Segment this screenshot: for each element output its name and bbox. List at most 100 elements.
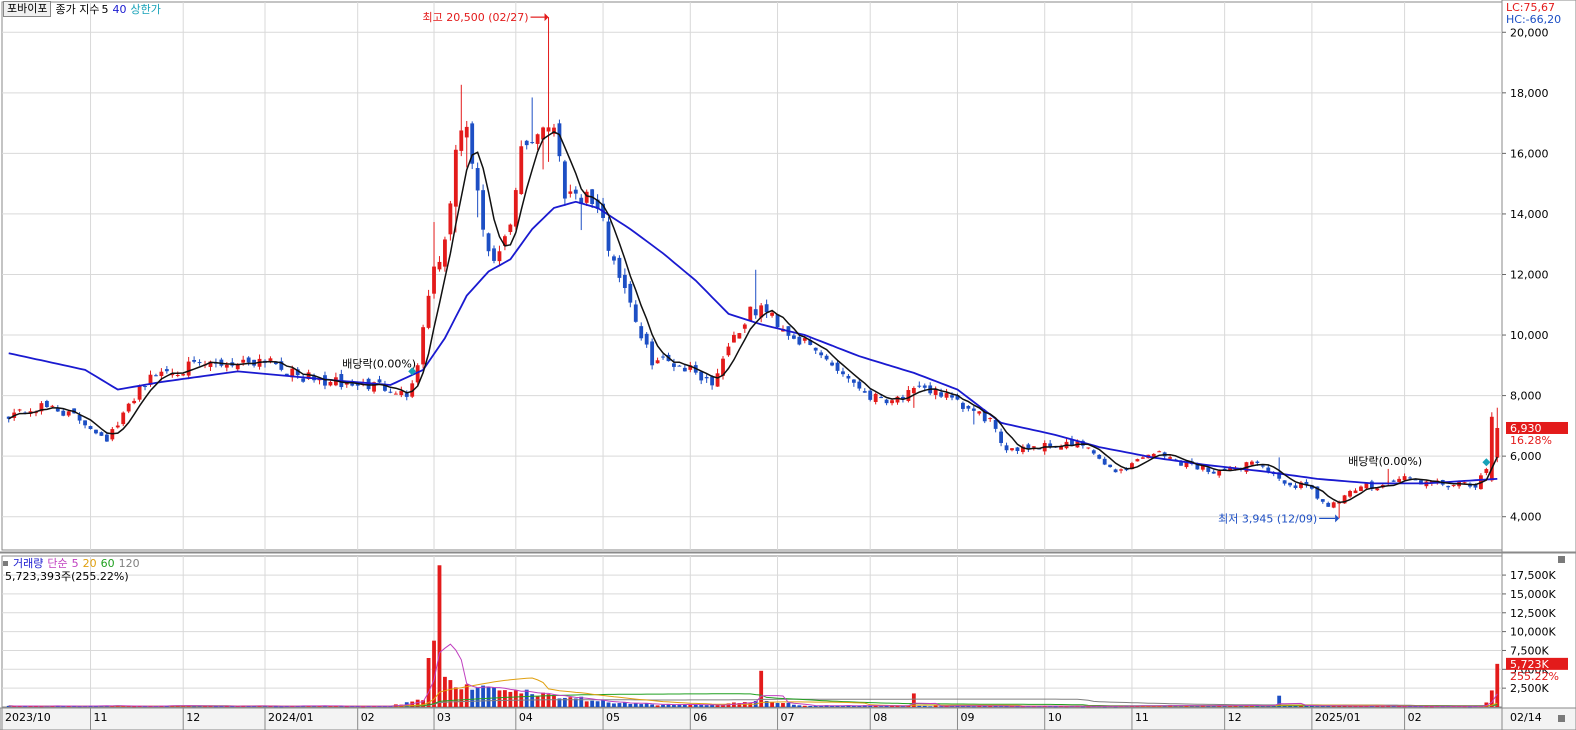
candle-body xyxy=(1168,457,1173,459)
volume-bar xyxy=(628,703,633,707)
hc-readout: HC:-66,20 xyxy=(1506,13,1561,26)
candle-body xyxy=(530,142,535,144)
candle-body xyxy=(1102,458,1107,465)
candle-body xyxy=(993,419,998,429)
x-tick-label-12: 10 xyxy=(1048,711,1062,724)
candle-body xyxy=(1004,445,1009,451)
price-badge-change: 16.28% xyxy=(1510,434,1552,447)
candle-body xyxy=(1260,465,1265,467)
candle-body xyxy=(1015,447,1020,452)
candle-body xyxy=(1408,477,1412,479)
candle-body xyxy=(197,362,202,364)
x-tick-label-13: 11 xyxy=(1135,711,1149,724)
x-tick-label-6: 04 xyxy=(519,711,533,724)
candle-body xyxy=(835,362,840,371)
volume-bar xyxy=(775,703,780,707)
candle-body xyxy=(971,408,976,411)
candle-body xyxy=(884,399,889,404)
volume-bar xyxy=(584,701,589,707)
high-annotation: 최고 20,500 (02/27) xyxy=(423,11,529,24)
volume-bar xyxy=(928,706,933,708)
candle-body xyxy=(830,362,834,366)
candle-body xyxy=(1462,482,1467,484)
volume-bar xyxy=(797,705,802,707)
candle-body xyxy=(535,134,540,144)
candle-body xyxy=(437,261,442,270)
price-y-label-4: 12,000 xyxy=(1510,268,1549,281)
ma-short-period: 5 xyxy=(101,2,109,16)
price-y-label-7: 18,000 xyxy=(1510,87,1549,100)
candle-body xyxy=(977,411,982,414)
candle-body xyxy=(137,386,142,400)
candle-body xyxy=(17,409,22,411)
candle-body xyxy=(764,304,769,313)
x-tick-label-2: 12 xyxy=(186,711,200,724)
volume-bar xyxy=(748,703,753,707)
candle-body xyxy=(224,364,229,368)
volume-bullet-icon xyxy=(3,560,8,566)
candle-body xyxy=(715,373,720,387)
candle-body xyxy=(791,335,796,339)
candle-body xyxy=(704,377,709,379)
volume-badge-change: 255.22% xyxy=(1510,670,1559,683)
candle-body xyxy=(301,378,306,382)
candle-body xyxy=(497,251,502,262)
candle-body xyxy=(1446,485,1451,488)
candle-body xyxy=(448,203,453,235)
axis-toggle-icon[interactable] xyxy=(1558,715,1565,722)
volume-bar xyxy=(513,690,518,707)
candle-body xyxy=(88,426,93,430)
volume-bar xyxy=(437,565,442,707)
candle-body xyxy=(862,391,867,393)
volume-bar xyxy=(759,670,764,707)
candle-body xyxy=(622,274,627,289)
volume-bar xyxy=(791,704,796,707)
volume-bar xyxy=(475,687,480,707)
candle-body xyxy=(154,375,158,377)
candle-body xyxy=(246,357,251,363)
stock-chart: 2023/10 11 12 2024/01 02 03 04 05 06 07 08 09 10 11 12… xyxy=(0,0,1576,730)
candle-body xyxy=(1157,451,1162,453)
candle-body xyxy=(1086,447,1091,449)
stock-name-tag[interactable]: 포바이포 xyxy=(3,1,52,17)
price-header: 포바이포 종가 지수 5 40 상한가 xyxy=(3,1,161,17)
candle-body xyxy=(944,393,949,398)
candle-body xyxy=(1402,476,1407,481)
x-tick-label-11: 09 xyxy=(960,711,974,724)
price-y-label-2: 8,000 xyxy=(1510,390,1542,403)
candle-body xyxy=(961,402,965,409)
volume-bar xyxy=(922,705,927,707)
candle-body xyxy=(650,341,655,366)
candle-body xyxy=(562,161,567,199)
candle-body xyxy=(1031,446,1036,448)
candle-body xyxy=(115,425,120,428)
candle-body xyxy=(753,309,758,316)
candle-body xyxy=(1331,502,1336,508)
volume-bar xyxy=(704,705,709,707)
candle-body xyxy=(508,224,513,233)
candle-body xyxy=(906,390,911,401)
indicator-label: 종가 지수 xyxy=(55,3,100,16)
x-tick-label-0: 2023/10 xyxy=(5,711,51,724)
candle-body xyxy=(126,403,131,412)
volume-bar xyxy=(508,691,513,707)
candle-body xyxy=(121,412,126,425)
panel-toggle-icon[interactable] xyxy=(1558,556,1565,563)
volume-bar xyxy=(568,697,573,707)
candle-body xyxy=(1091,450,1096,454)
candle-body xyxy=(813,347,818,351)
volume-bar xyxy=(595,701,600,707)
volume-current: 5,723,393주(255.22%) xyxy=(5,570,129,583)
candle-body xyxy=(192,359,197,362)
volume-bar xyxy=(971,706,976,708)
candle-body xyxy=(143,386,147,388)
volume-bar xyxy=(1495,663,1500,707)
candle-body xyxy=(546,127,551,132)
volume-bar xyxy=(802,705,807,707)
candle-body xyxy=(164,369,169,372)
volume-bar xyxy=(552,694,556,707)
volume-y-label-5: 15,000K xyxy=(1510,588,1556,601)
volume-bar xyxy=(786,702,791,707)
price-volume-chart: 2023/10 11 12 2024/01 02 03 04 05 06 07 08 09 10 11 12… xyxy=(0,0,1576,730)
candle-body xyxy=(682,367,687,372)
